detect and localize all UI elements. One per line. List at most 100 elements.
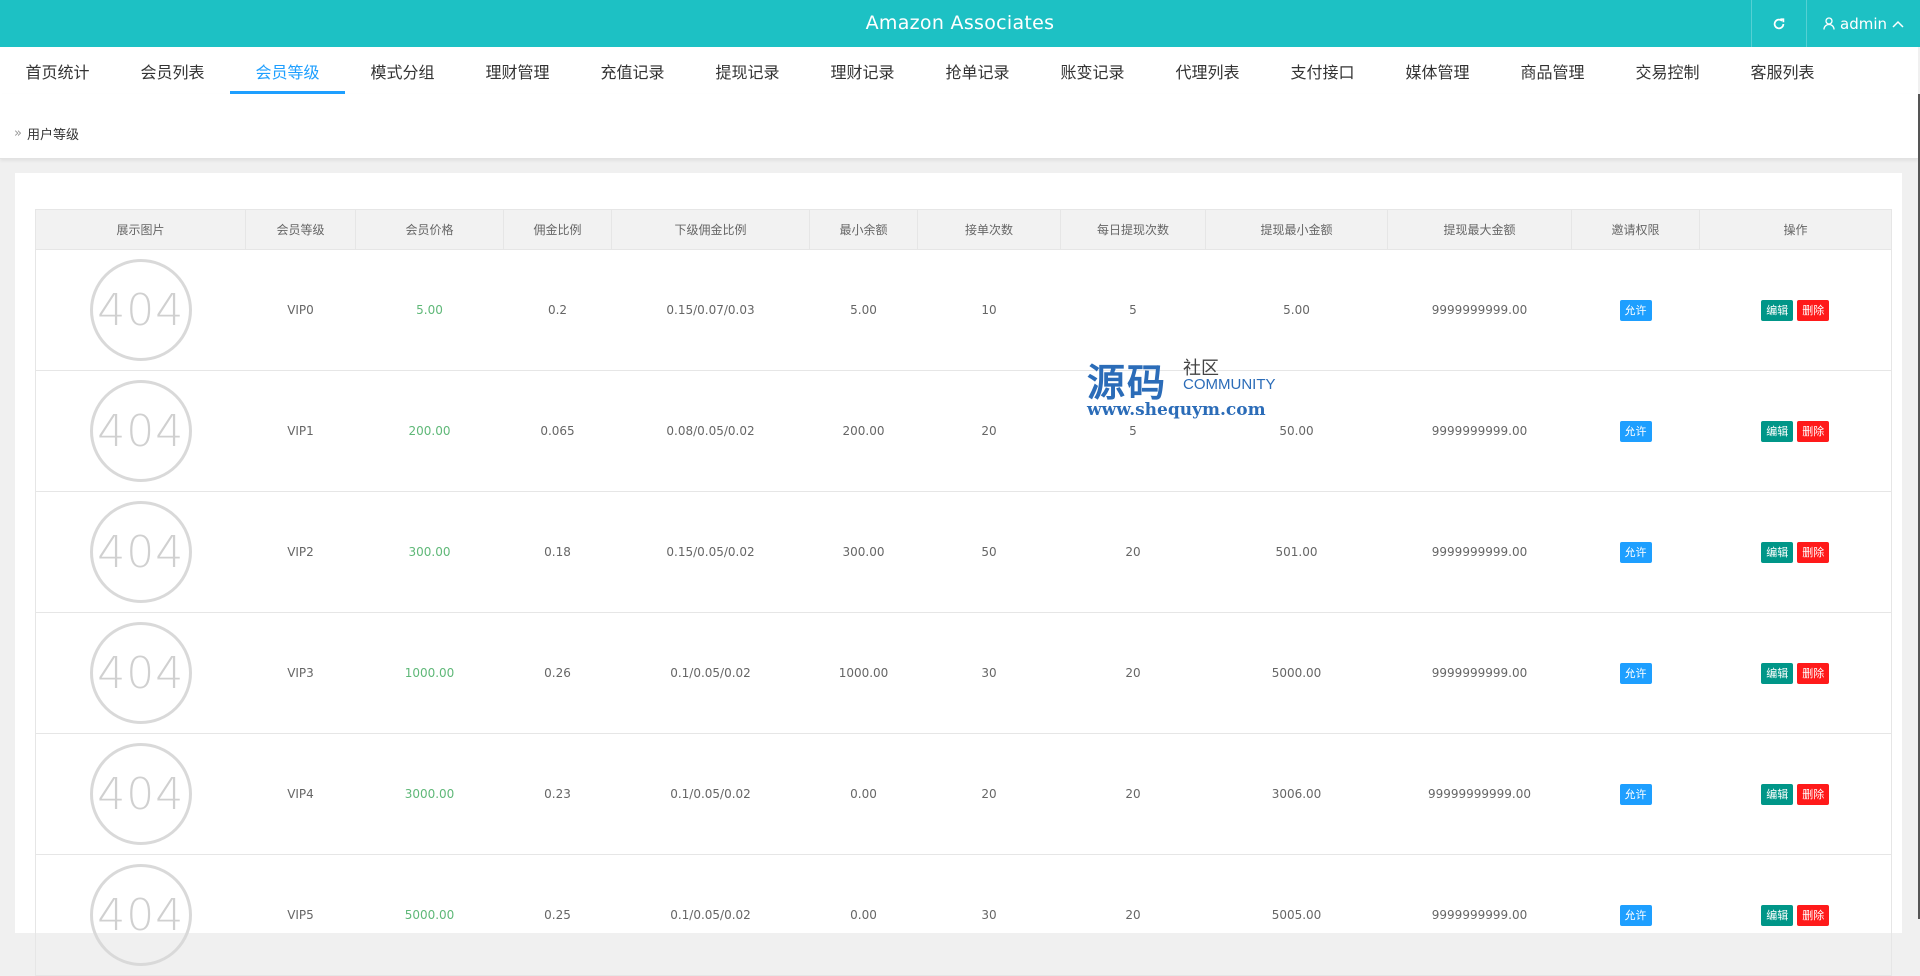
cell-orders: 10 bbox=[917, 249, 1061, 371]
allow-button[interactable]: 允许 bbox=[1619, 904, 1652, 926]
edit-button[interactable]: 编辑 bbox=[1761, 420, 1794, 442]
breadcrumb-separator-icon: » bbox=[14, 126, 22, 141]
cell-min-balance: 1000.00 bbox=[809, 612, 918, 734]
level-image: 404 bbox=[89, 380, 192, 482]
column-header: 邀请权限 bbox=[1571, 209, 1700, 250]
column-header: 操作 bbox=[1699, 209, 1892, 250]
cell-invite-permission: 允许 bbox=[1571, 733, 1700, 855]
allow-button[interactable]: 允许 bbox=[1619, 299, 1652, 321]
cell-invite-permission: 允许 bbox=[1571, 854, 1700, 976]
cell-withdraw-min: 3006.00 bbox=[1205, 733, 1388, 855]
cell-commission: 0.065 bbox=[503, 370, 612, 492]
cell-daily-withdraw: 5 bbox=[1060, 249, 1206, 371]
table-row: 404 VIP3 1000.00 0.26 0.1/0.05/0.02 1000.00 30… bbox=[35, 612, 1892, 734]
nav-item-2[interactable]: 会员等级 bbox=[230, 47, 345, 94]
cell-daily-withdraw: 20 bbox=[1060, 491, 1206, 613]
nav-item-8[interactable]: 抢单记录 bbox=[920, 47, 1035, 94]
level-image: 404 bbox=[89, 501, 192, 603]
allow-button[interactable]: 允许 bbox=[1619, 662, 1652, 684]
cell-commission: 0.18 bbox=[503, 491, 612, 613]
nav-item-11[interactable]: 支付接口 bbox=[1265, 47, 1380, 94]
cell-withdraw-max: 9999999999.00 bbox=[1387, 854, 1572, 976]
user-icon bbox=[1823, 17, 1835, 30]
cell-level: VIP3 bbox=[245, 612, 356, 734]
cell-withdraw-min: 5000.00 bbox=[1205, 612, 1388, 734]
column-header: 佣金比例 bbox=[503, 209, 612, 250]
table-row: 404 VIP4 3000.00 0.23 0.1/0.05/0.02 0.00 20 20 3… bbox=[35, 733, 1892, 855]
column-header: 下级佣金比例 bbox=[611, 209, 810, 250]
nav-item-9[interactable]: 账变记录 bbox=[1035, 47, 1150, 94]
nav-item-5[interactable]: 充值记录 bbox=[575, 47, 690, 94]
table-row: 404 VIP0 5.00 0.2 0.15/0.07/0.03 5.00 10 5 5.00 9… bbox=[35, 249, 1892, 371]
image-cell: 404 bbox=[35, 249, 246, 371]
cell-orders: 50 bbox=[917, 491, 1061, 613]
nav-item-7[interactable]: 理财记录 bbox=[805, 47, 920, 94]
top-bar: Amazon Associates admin bbox=[0, 0, 1920, 47]
cell-price: 3000.00 bbox=[355, 733, 504, 855]
nav-item-13[interactable]: 商品管理 bbox=[1495, 47, 1610, 94]
cell-min-balance: 300.00 bbox=[809, 491, 918, 613]
column-header: 会员等级 bbox=[245, 209, 356, 250]
cell-daily-withdraw: 20 bbox=[1060, 854, 1206, 976]
edit-button[interactable]: 编辑 bbox=[1761, 662, 1794, 684]
member-level-table: 展示图片 会员等级 会员价格 佣金比例 下级佣金比例 最小余额 接单次数 每日提现次数 提现最小… bbox=[35, 209, 1892, 976]
table-row: 404 VIP1 200.00 0.065 0.08/0.05/0.02 200.00 20… bbox=[35, 370, 1892, 492]
delete-button[interactable]: 删除 bbox=[1797, 904, 1830, 926]
delete-button[interactable]: 删除 bbox=[1797, 420, 1830, 442]
nav-item-12[interactable]: 媒体管理 bbox=[1380, 47, 1495, 94]
chevron-up-icon bbox=[1892, 20, 1904, 28]
edit-button[interactable]: 编辑 bbox=[1761, 783, 1794, 805]
nav-item-0[interactable]: 首页统计 bbox=[0, 47, 115, 94]
cell-actions: 编辑 删除 bbox=[1699, 491, 1892, 613]
table-row: 404 VIP5 5000.00 0.25 0.1/0.05/0.02 0.00 30 20 5… bbox=[35, 854, 1892, 976]
level-image: 404 bbox=[89, 743, 192, 845]
delete-button[interactable]: 删除 bbox=[1797, 299, 1830, 321]
column-header: 接单次数 bbox=[917, 209, 1061, 250]
delete-button[interactable]: 删除 bbox=[1797, 783, 1830, 805]
cell-withdraw-min: 5005.00 bbox=[1205, 854, 1388, 976]
cell-price: 200.00 bbox=[355, 370, 504, 492]
level-image: 404 bbox=[89, 864, 192, 966]
cell-price: 5.00 bbox=[355, 249, 504, 371]
nav-item-3[interactable]: 模式分组 bbox=[345, 47, 460, 94]
edit-button[interactable]: 编辑 bbox=[1761, 541, 1794, 563]
nav-item-4[interactable]: 理财管理 bbox=[460, 47, 575, 94]
cell-orders: 20 bbox=[917, 733, 1061, 855]
cell-withdraw-max: 99999999999.00 bbox=[1387, 733, 1572, 855]
cell-sub-commission: 0.1/0.05/0.02 bbox=[611, 612, 810, 734]
delete-button[interactable]: 删除 bbox=[1797, 541, 1830, 563]
nav-item-6[interactable]: 提现记录 bbox=[690, 47, 805, 94]
main-nav: 首页统计 会员列表 会员等级 模式分组 理财管理 充值记录 提现记录 理财记录 抢单记录 账变记录… bbox=[0, 47, 1918, 94]
image-cell: 404 bbox=[35, 612, 246, 734]
app-title: Amazon Associates bbox=[865, 12, 1055, 34]
cell-orders: 20 bbox=[917, 370, 1061, 492]
edit-button[interactable]: 编辑 bbox=[1761, 299, 1794, 321]
image-cell: 404 bbox=[35, 733, 246, 855]
breadcrumb: » 用户等级 bbox=[14, 124, 79, 143]
refresh-button[interactable] bbox=[1751, 0, 1807, 47]
refresh-icon bbox=[1773, 17, 1785, 29]
column-header: 每日提现次数 bbox=[1060, 209, 1206, 250]
cell-daily-withdraw: 5 bbox=[1060, 370, 1206, 492]
allow-button[interactable]: 允许 bbox=[1619, 420, 1652, 442]
user-menu[interactable]: admin bbox=[1807, 0, 1920, 47]
edit-button[interactable]: 编辑 bbox=[1761, 904, 1794, 926]
delete-button[interactable]: 删除 bbox=[1797, 662, 1830, 684]
cell-actions: 编辑 删除 bbox=[1699, 854, 1892, 976]
nav-item-1[interactable]: 会员列表 bbox=[115, 47, 230, 94]
allow-button[interactable]: 允许 bbox=[1619, 783, 1652, 805]
user-name: admin bbox=[1840, 14, 1887, 33]
cell-withdraw-min: 5.00 bbox=[1205, 249, 1388, 371]
cell-level: VIP0 bbox=[245, 249, 356, 371]
nav-item-14[interactable]: 交易控制 bbox=[1610, 47, 1725, 94]
cell-level: VIP4 bbox=[245, 733, 356, 855]
nav-item-15[interactable]: 客服列表 bbox=[1725, 47, 1840, 94]
cell-commission: 0.26 bbox=[503, 612, 612, 734]
nav-item-10[interactable]: 代理列表 bbox=[1150, 47, 1265, 94]
column-header: 提现最小金额 bbox=[1205, 209, 1388, 250]
table-row: 404 VIP2 300.00 0.18 0.15/0.05/0.02 300.00 50 2… bbox=[35, 491, 1892, 613]
column-header: 提现最大金额 bbox=[1387, 209, 1572, 250]
image-cell: 404 bbox=[35, 854, 246, 976]
cell-min-balance: 0.00 bbox=[809, 854, 918, 976]
allow-button[interactable]: 允许 bbox=[1619, 541, 1652, 563]
